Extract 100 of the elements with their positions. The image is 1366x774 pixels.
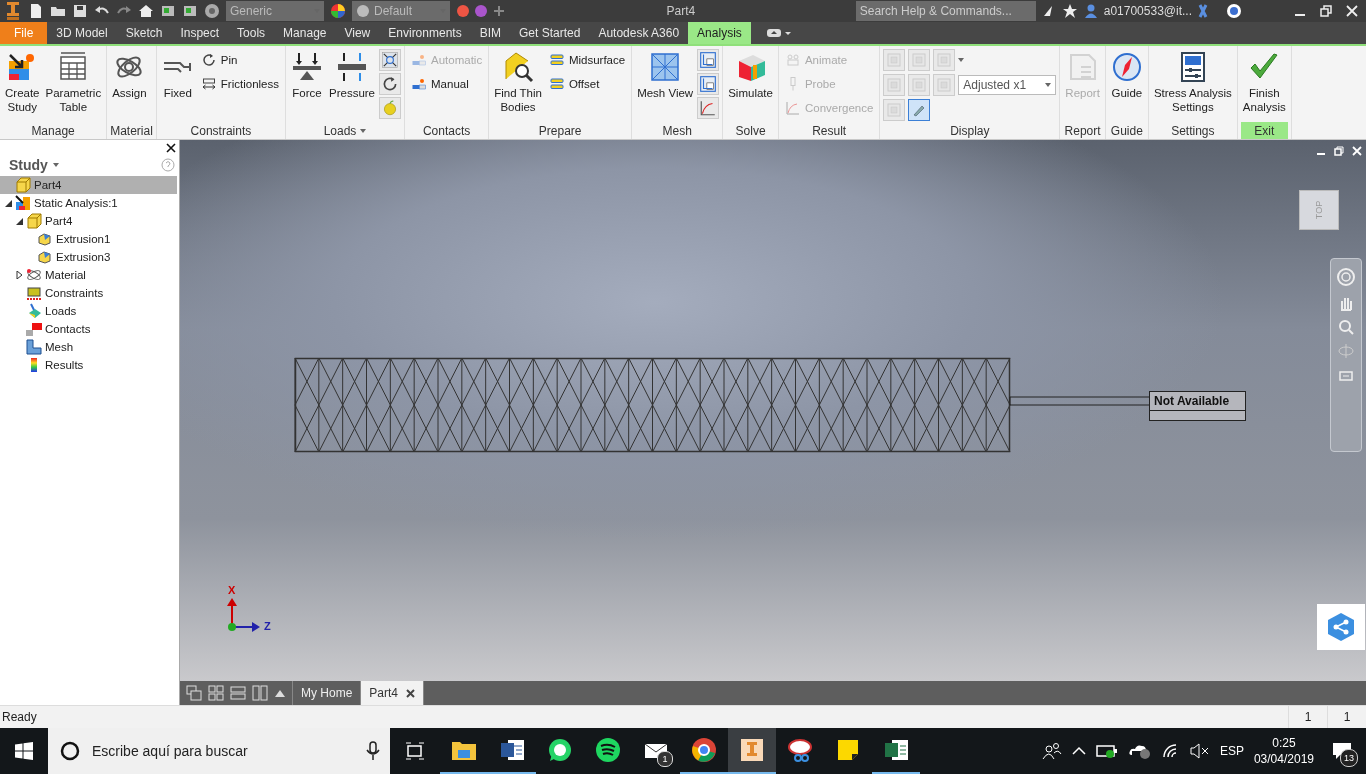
share-button[interactable]	[1317, 604, 1365, 650]
taskbar-search-field[interactable]: Escribe aquí para buscar	[90, 742, 356, 760]
tree-item[interactable]: Results	[0, 356, 177, 374]
star-icon[interactable]	[1041, 3, 1078, 19]
color-wheel-icon[interactable]	[330, 3, 346, 19]
ribbon-button[interactable]: Pressure	[327, 49, 377, 122]
tree-item[interactable]: Mesh	[0, 338, 177, 356]
window-icon[interactable]	[160, 3, 176, 19]
ribbon-tab[interactable]: BIM	[470, 22, 510, 44]
ribbon-tab[interactable]: Get Started	[510, 22, 590, 44]
window-icon[interactable]	[182, 3, 198, 19]
ribbon-button[interactable]: Create Study	[3, 49, 42, 122]
ribbon-button[interactable]: Manual	[408, 73, 486, 95]
taskbar-app[interactable]	[728, 728, 776, 774]
tile-icon[interactable]	[208, 685, 224, 701]
ribbon-tab[interactable]: Environments	[379, 22, 471, 44]
browser-title[interactable]: Study	[9, 157, 59, 173]
tree-item[interactable]: Material	[0, 266, 177, 284]
task-view-icon[interactable]	[405, 742, 425, 760]
app-logo-icon[interactable]	[4, 1, 22, 21]
microphone-icon[interactable]	[366, 741, 380, 761]
tree-item[interactable]: Contacts	[0, 320, 177, 338]
panel-label: Manage	[30, 122, 76, 139]
ribbon-tab[interactable]: Manage	[274, 22, 336, 44]
tile-vertical-icon[interactable]	[252, 685, 268, 701]
tree-item[interactable]: Extrusion1	[0, 230, 177, 248]
ribbon-icon-button[interactable]	[697, 73, 720, 95]
chevron-up-icon[interactable]	[1071, 746, 1086, 756]
panel-label: Material	[110, 122, 153, 139]
ribbon-button[interactable]: Fixed	[159, 49, 196, 122]
globe-icon[interactable]	[204, 3, 220, 19]
display-icon	[886, 77, 903, 93]
user-icon[interactable]	[1083, 4, 1098, 18]
new-file-icon[interactable]	[28, 3, 44, 19]
tree-item[interactable]: Extrusion3	[0, 248, 177, 266]
extrusion-icon	[37, 231, 53, 247]
expanded-arrow-icon[interactable]	[15, 217, 23, 225]
ribbon-tab[interactable]: Autodesk A360	[589, 22, 689, 44]
restore-icon[interactable]	[1320, 5, 1332, 17]
ribbon-tab[interactable]: 3D Model	[47, 22, 117, 44]
people-icon[interactable]	[1041, 742, 1062, 760]
ribbon-icon-button[interactable]	[697, 97, 720, 119]
mesh-icon	[26, 339, 42, 355]
input-language[interactable]: ESP	[1219, 744, 1244, 758]
ribbon-icon-button[interactable]	[697, 49, 720, 71]
close-icon[interactable]	[166, 143, 176, 153]
cascade-icon[interactable]	[186, 685, 202, 701]
tile-horizontal-icon[interactable]	[230, 685, 246, 701]
ribbon-button[interactable]: Frictionless	[197, 73, 282, 95]
display-icon	[911, 77, 928, 93]
ribbon-tab[interactable]: View	[335, 22, 380, 44]
ribbon-button[interactable]: Stress Analysis Settings	[1151, 49, 1234, 122]
display-icon	[936, 77, 953, 93]
taskbar-app[interactable]: 1	[632, 728, 680, 774]
document-tab[interactable]: Part4	[361, 681, 425, 705]
tree-item[interactable]: Constraints	[0, 284, 177, 302]
ribbon-tab[interactable]: Sketch	[116, 22, 172, 44]
windows-start-icon[interactable]	[15, 742, 33, 760]
ribbon-button[interactable]: Pin	[197, 49, 282, 71]
ribbon-button[interactable]: Assign	[110, 49, 149, 122]
search-field[interactable]: Search Help & Commands...	[855, 1, 1036, 21]
ribbon-button[interactable]: Mesh View	[635, 49, 696, 122]
expanded-arrow-icon[interactable]	[4, 199, 12, 207]
ribbon-button[interactable]: Simulate	[726, 49, 775, 122]
tree-item[interactable]: Part4	[0, 176, 177, 194]
restore-icon[interactable]	[1334, 146, 1344, 156]
save-icon[interactable]	[72, 3, 88, 19]
collapsed-arrow-icon[interactable]	[15, 271, 23, 279]
display-icon	[911, 52, 928, 68]
ribbon-icon-button[interactable]	[379, 49, 401, 71]
contact-icon	[26, 321, 42, 337]
clock[interactable]: 0:25 03/04/2019	[1253, 736, 1314, 766]
ribbon-tab[interactable]: Inspect	[171, 22, 229, 44]
user-account[interactable]: a01700533@it...	[1103, 4, 1192, 18]
ribbon-button[interactable]: Find Thin Bodies	[492, 49, 544, 122]
home-icon[interactable]	[138, 3, 154, 19]
ribbon-button[interactable]: Offset	[545, 73, 629, 95]
panel-label: Prepare	[537, 122, 583, 139]
ribbon-tab[interactable]: Analysis	[688, 22, 751, 44]
ribbon-icon-button[interactable]	[379, 73, 401, 95]
ribbon-tab[interactable]: Tools	[228, 22, 275, 44]
ribbon-button[interactable]: Midsurface	[545, 49, 629, 71]
battery-icon[interactable]	[1095, 744, 1118, 758]
scale-dropdown[interactable]: Adjusted x1	[958, 75, 1057, 95]
display-button[interactable]	[908, 99, 931, 121]
cloud-icon[interactable]	[1127, 743, 1152, 759]
tree-item[interactable]: Part4	[0, 212, 177, 230]
taskbar-search-box[interactable]: Escribe aquí para buscar	[48, 728, 390, 774]
compress-icon	[381, 51, 399, 69]
panel-label[interactable]: Loads	[289, 122, 401, 139]
close-icon[interactable]	[406, 688, 416, 698]
tree-item[interactable]: Loads	[0, 302, 177, 320]
tree-item[interactable]: Static Analysis:1	[0, 194, 177, 212]
ribbon-button[interactable]: Finish Analysis	[1240, 49, 1288, 122]
muted-speaker-icon[interactable]	[1189, 743, 1210, 759]
sphere-icon	[356, 4, 370, 18]
ribbon-button[interactable]: Force	[289, 49, 325, 122]
panel-label: Constraints	[189, 122, 253, 139]
ribbon-button[interactable]: Parametric Table	[43, 49, 104, 122]
ribbon-button[interactable]: Guide	[1108, 49, 1145, 122]
